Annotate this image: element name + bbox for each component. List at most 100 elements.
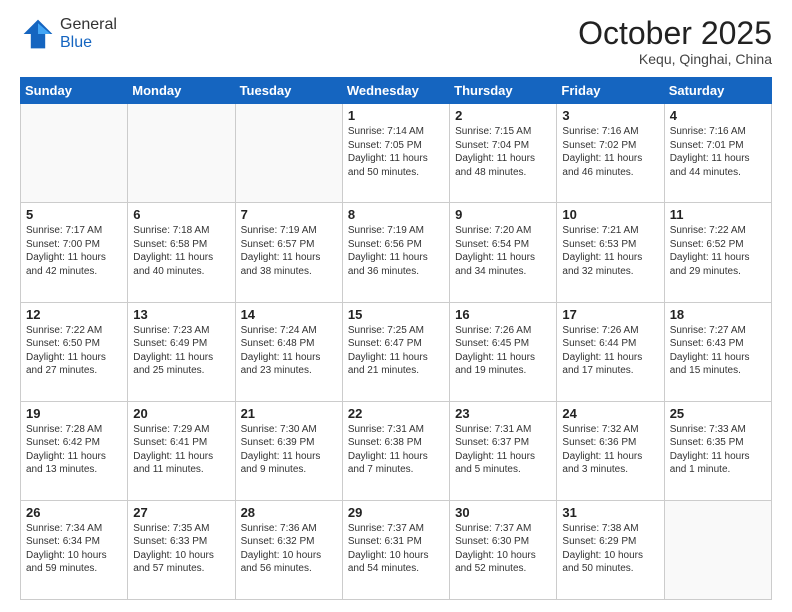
week-row-3: 12 Sunrise: 7:22 AMSunset: 6:50 PMDayligh… (21, 302, 772, 401)
calendar-cell: 14 Sunrise: 7:24 AMSunset: 6:48 PMDayligh… (235, 302, 342, 401)
day-number: 26 (26, 505, 122, 520)
day-info: Sunrise: 7:21 AMSunset: 6:53 PMDaylight:… (562, 224, 658, 278)
day-number: 30 (455, 505, 551, 520)
days-of-week-row: SundayMondayTuesdayWednesdayThursdayFrid… (21, 78, 772, 104)
calendar-cell: 26Sunrise: 7:34 AMSunset: 6:34 PMDayligh… (21, 500, 128, 599)
calendar-cell: 18 Sunrise: 7:27 AMSunset: 6:43 PMDayligh… (664, 302, 771, 401)
day-number: 12 (26, 307, 122, 322)
day-info: Sunrise: 7:19 AMSunset: 6:57 PMDaylight:… (241, 224, 337, 278)
logo: General Blue (20, 16, 117, 52)
calendar-cell: 19 Sunrise: 7:28 AMSunset: 6:42 PMDayligh… (21, 401, 128, 500)
day-info: Sunrise: 7:29 AMSunset: 6:41 PMDaylight:… (133, 423, 229, 477)
calendar-cell: 29 Sunrise: 7:37 AMSunset: 6:31 PMDayligh… (342, 500, 449, 599)
day-header-monday: Monday (128, 78, 235, 104)
day-number: 29 (348, 505, 444, 520)
calendar-cell (128, 104, 235, 203)
calendar-cell: 28 Sunrise: 7:36 AMSunset: 6:32 PMDayligh… (235, 500, 342, 599)
calendar-cell (235, 104, 342, 203)
day-header-saturday: Saturday (664, 78, 771, 104)
page: General Blue October 2025 Kequ, Qinghai,… (0, 0, 792, 612)
day-header-sunday: Sunday (21, 78, 128, 104)
calendar-cell: 30 Sunrise: 7:37 AMSunset: 6:30 PMDayligh… (450, 500, 557, 599)
day-header-thursday: Thursday (450, 78, 557, 104)
calendar-header: SundayMondayTuesdayWednesdayThursdayFrid… (21, 78, 772, 104)
title-block: October 2025 Kequ, Qinghai, China (578, 16, 772, 67)
calendar-cell: 22 Sunrise: 7:31 AMSunset: 6:38 PMDayligh… (342, 401, 449, 500)
day-number: 1 (348, 108, 444, 123)
week-row-2: 5 Sunrise: 7:17 AMSunset: 7:00 PMDaylight… (21, 203, 772, 302)
day-number: 2 (455, 108, 551, 123)
day-number: 25 (670, 406, 766, 421)
day-info: Sunrise: 7:19 AMSunset: 6:56 PMDaylight:… (348, 224, 444, 278)
calendar-cell: 23Sunrise: 7:31 AMSunset: 6:37 PMDayligh… (450, 401, 557, 500)
day-info: Sunrise: 7:26 AMSunset: 6:44 PMDaylight:… (562, 324, 658, 378)
calendar-cell: 8 Sunrise: 7:19 AMSunset: 6:56 PMDaylight… (342, 203, 449, 302)
week-row-4: 19 Sunrise: 7:28 AMSunset: 6:42 PMDayligh… (21, 401, 772, 500)
calendar-cell: 24Sunrise: 7:32 AMSunset: 6:36 PMDayligh… (557, 401, 664, 500)
calendar-cell: 3 Sunrise: 7:16 AMSunset: 7:02 PMDaylight… (557, 104, 664, 203)
day-number: 17 (562, 307, 658, 322)
day-info: Sunrise: 7:14 AMSunset: 7:05 PMDaylight:… (348, 125, 444, 179)
day-number: 27 (133, 505, 229, 520)
day-info: Sunrise: 7:37 AMSunset: 6:30 PMDaylight:… (455, 522, 551, 576)
day-number: 16 (455, 307, 551, 322)
month-title: October 2025 (578, 16, 772, 51)
calendar-cell: 21 Sunrise: 7:30 AMSunset: 6:39 PMDayligh… (235, 401, 342, 500)
calendar-cell: 15Sunrise: 7:25 AMSunset: 6:47 PMDayligh… (342, 302, 449, 401)
week-row-5: 26Sunrise: 7:34 AMSunset: 6:34 PMDayligh… (21, 500, 772, 599)
day-info: Sunrise: 7:31 AMSunset: 6:37 PMDaylight:… (455, 423, 551, 477)
day-info: Sunrise: 7:17 AMSunset: 7:00 PMDaylight:… (26, 224, 122, 278)
day-number: 19 (26, 406, 122, 421)
day-info: Sunrise: 7:24 AMSunset: 6:48 PMDaylight:… (241, 324, 337, 378)
day-info: Sunrise: 7:38 AMSunset: 6:29 PMDaylight:… (562, 522, 658, 576)
day-info: Sunrise: 7:26 AMSunset: 6:45 PMDaylight:… (455, 324, 551, 378)
day-number: 8 (348, 207, 444, 222)
calendar-cell: 4Sunrise: 7:16 AMSunset: 7:01 PMDaylight… (664, 104, 771, 203)
day-number: 18 (670, 307, 766, 322)
calendar-cell: 20 Sunrise: 7:29 AMSunset: 6:41 PMDayligh… (128, 401, 235, 500)
day-info: Sunrise: 7:37 AMSunset: 6:31 PMDaylight:… (348, 522, 444, 576)
day-info: Sunrise: 7:23 AMSunset: 6:49 PMDaylight:… (133, 324, 229, 378)
calendar-body: 1 Sunrise: 7:14 AMSunset: 7:05 PMDaylight… (21, 104, 772, 600)
day-info: Sunrise: 7:27 AMSunset: 6:43 PMDaylight:… (670, 324, 766, 378)
day-info: Sunrise: 7:22 AMSunset: 6:52 PMDaylight:… (670, 224, 766, 278)
calendar-cell: 7 Sunrise: 7:19 AMSunset: 6:57 PMDaylight… (235, 203, 342, 302)
calendar-cell: 12 Sunrise: 7:22 AMSunset: 6:50 PMDayligh… (21, 302, 128, 401)
day-number: 7 (241, 207, 337, 222)
calendar-cell: 1 Sunrise: 7:14 AMSunset: 7:05 PMDaylight… (342, 104, 449, 203)
day-info: Sunrise: 7:28 AMSunset: 6:42 PMDaylight:… (26, 423, 122, 477)
header: General Blue October 2025 Kequ, Qinghai,… (20, 16, 772, 67)
calendar-cell: 11 Sunrise: 7:22 AMSunset: 6:52 PMDayligh… (664, 203, 771, 302)
day-number: 4 (670, 108, 766, 123)
week-row-1: 1 Sunrise: 7:14 AMSunset: 7:05 PMDaylight… (21, 104, 772, 203)
calendar-cell (21, 104, 128, 203)
day-header-tuesday: Tuesday (235, 78, 342, 104)
calendar-cell: 9Sunrise: 7:20 AMSunset: 6:54 PMDaylight… (450, 203, 557, 302)
day-number: 31 (562, 505, 658, 520)
day-info: Sunrise: 7:20 AMSunset: 6:54 PMDaylight:… (455, 224, 551, 278)
day-number: 3 (562, 108, 658, 123)
day-number: 14 (241, 307, 337, 322)
day-number: 21 (241, 406, 337, 421)
day-number: 28 (241, 505, 337, 520)
logo-blue: Blue (60, 34, 117, 52)
day-number: 11 (670, 207, 766, 222)
day-info: Sunrise: 7:22 AMSunset: 6:50 PMDaylight:… (26, 324, 122, 378)
logo-text: General Blue (60, 16, 117, 52)
calendar-cell: 16 Sunrise: 7:26 AMSunset: 6:45 PMDayligh… (450, 302, 557, 401)
calendar-cell (664, 500, 771, 599)
calendar-table: SundayMondayTuesdayWednesdayThursdayFrid… (20, 77, 772, 600)
day-number: 20 (133, 406, 229, 421)
day-number: 10 (562, 207, 658, 222)
day-info: Sunrise: 7:31 AMSunset: 6:38 PMDaylight:… (348, 423, 444, 477)
day-info: Sunrise: 7:30 AMSunset: 6:39 PMDaylight:… (241, 423, 337, 477)
day-info: Sunrise: 7:16 AMSunset: 7:02 PMDaylight:… (562, 125, 658, 179)
calendar-cell: 17 Sunrise: 7:26 AMSunset: 6:44 PMDayligh… (557, 302, 664, 401)
day-header-friday: Friday (557, 78, 664, 104)
calendar-cell: 25Sunrise: 7:33 AMSunset: 6:35 PMDayligh… (664, 401, 771, 500)
day-number: 22 (348, 406, 444, 421)
day-info: Sunrise: 7:36 AMSunset: 6:32 PMDaylight:… (241, 522, 337, 576)
day-info: Sunrise: 7:32 AMSunset: 6:36 PMDaylight:… (562, 423, 658, 477)
day-number: 5 (26, 207, 122, 222)
day-number: 15 (348, 307, 444, 322)
